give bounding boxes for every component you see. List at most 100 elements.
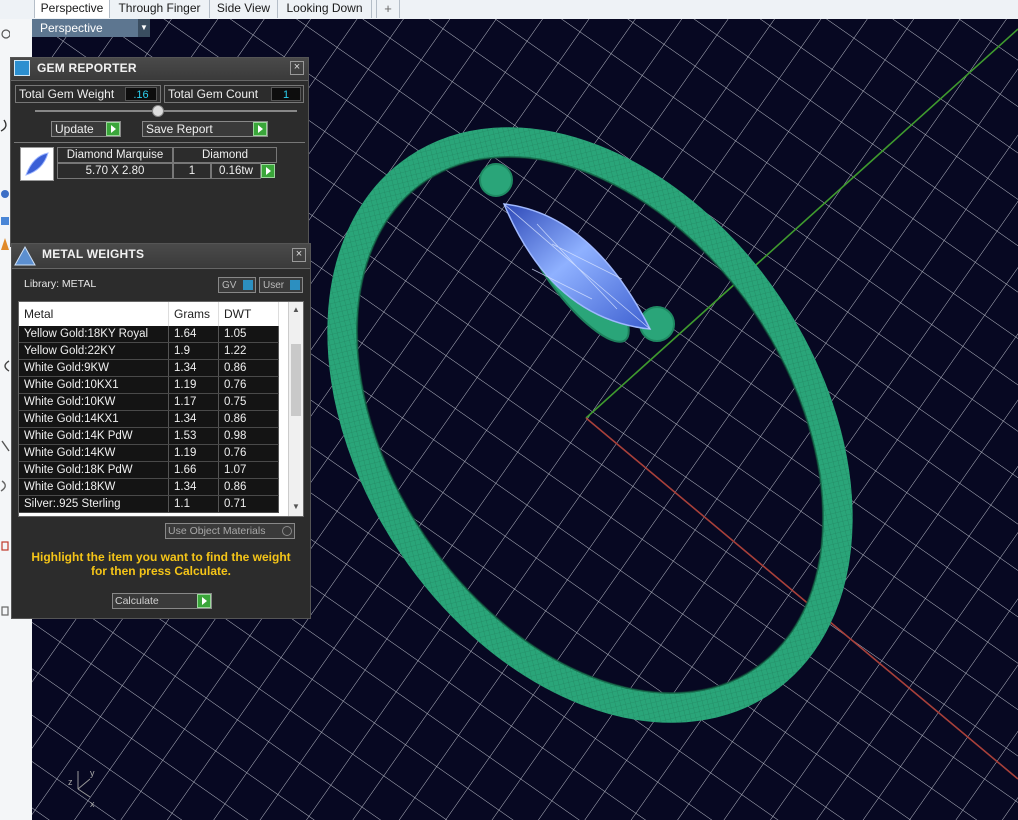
use-object-materials-toggle[interactable]: Use Object Materials — [165, 523, 295, 539]
user-toggle[interactable]: User — [259, 277, 303, 293]
table-row[interactable]: White Gold:18KW 1.34 0.86 — [19, 479, 279, 496]
table-row[interactable]: Yellow Gold:22KY 1.9 1.22 — [19, 343, 279, 360]
update-button-label: Update — [55, 122, 94, 136]
calculate-button-label: Calculate — [115, 595, 159, 607]
table-scrollbar[interactable]: ▲ ▼ — [288, 302, 303, 516]
column-header-dwt[interactable]: DWT — [219, 302, 279, 326]
save-report-button[interactable]: Save Report — [142, 121, 268, 137]
grams-cell: 1.34 — [169, 411, 219, 427]
gem-size-cell[interactable]: 5.70 X 2.80 — [57, 163, 173, 179]
info-icon — [290, 280, 300, 290]
dwt-cell: 1.05 — [219, 326, 279, 342]
dwt-cell: 1.07 — [219, 462, 279, 478]
grams-cell: 1.9 — [169, 343, 219, 359]
dwt-cell: 0.76 — [219, 377, 279, 393]
gem-detail-button[interactable] — [261, 164, 275, 178]
table-row[interactable]: White Gold:10KX1 1.19 0.76 — [19, 377, 279, 394]
arc-tool-icon[interactable] — [0, 359, 10, 373]
play-icon — [106, 122, 120, 136]
gv-toggle[interactable]: GV — [218, 277, 256, 293]
gem-name-cell[interactable]: Diamond Marquise — [57, 147, 173, 163]
play-icon — [197, 594, 211, 608]
tab-looking-down[interactable]: Looking Down — [278, 0, 372, 18]
grams-cell: 1.34 — [169, 479, 219, 495]
user-toggle-label: User — [263, 280, 285, 291]
tab-perspective[interactable]: Perspective — [34, 0, 110, 18]
grams-cell: 1.19 — [169, 377, 219, 393]
splitter-slider-handle[interactable] — [152, 105, 164, 117]
update-button[interactable]: Update — [51, 121, 121, 137]
viewport-title-label: Perspective — [40, 21, 103, 35]
dwt-cell: 0.76 — [219, 445, 279, 461]
gem-quantity-cell[interactable]: 1 — [173, 163, 211, 179]
gem-reporter-title: GEM REPORTER — [37, 61, 137, 75]
grams-cell: 1.34 — [169, 360, 219, 376]
trim-tool-icon[interactable] — [0, 539, 10, 553]
grams-cell: 1.1 — [169, 496, 219, 512]
gem-reporter-titlebar[interactable]: GEM REPORTER × — [11, 58, 308, 81]
table-row[interactable]: White Gold:10KW 1.17 0.75 — [19, 394, 279, 411]
total-gem-weight-value: .16 — [125, 87, 157, 101]
scroll-up-icon[interactable]: ▲ — [292, 305, 300, 314]
metal-weights-table[interactable]: Metal Grams DWT Yellow Gold:18KY Royal 1.… — [18, 301, 304, 517]
add-tab-button[interactable]: + — [376, 0, 400, 18]
array-tool-icon[interactable] — [0, 604, 10, 618]
chevron-down-icon[interactable]: ▼ — [138, 19, 150, 37]
transform-tool-icon[interactable] — [0, 439, 10, 453]
diamond-thumbnail[interactable] — [20, 147, 54, 181]
metal-cell: White Gold:14K PdW — [19, 428, 169, 444]
sphere-tool-icon[interactable] — [0, 187, 10, 201]
gem-weight-cell[interactable]: 0.16tw — [211, 163, 261, 179]
dwt-cell: 0.86 — [219, 411, 279, 427]
select-tool-icon[interactable] — [0, 27, 11, 41]
metal-cell: White Gold:18K PdW — [19, 462, 169, 478]
tab-through-finger[interactable]: Through Finger — [110, 0, 210, 18]
gem-material-cell[interactable]: Diamond — [173, 147, 277, 163]
viewport-title[interactable]: Perspective ▼ — [32, 19, 150, 37]
gem-reporter-icon — [14, 60, 30, 76]
library-label: Library: METAL — [24, 278, 97, 290]
scrollbar-thumb[interactable] — [291, 344, 301, 416]
dwt-cell: 1.22 — [219, 343, 279, 359]
info-icon — [243, 280, 253, 290]
instruction-text: Highlight the item you want to find the … — [31, 550, 291, 578]
table-row[interactable]: Silver:.925 Sterling 1.1 0.71 — [19, 496, 279, 513]
splitter-slider[interactable] — [35, 110, 297, 112]
table-row[interactable]: White Gold:18K PdW 1.66 1.07 — [19, 462, 279, 479]
close-icon[interactable]: × — [292, 248, 306, 262]
curve-tool-icon[interactable] — [0, 119, 10, 133]
extrude-tool-icon[interactable] — [0, 479, 10, 493]
metal-cell: White Gold:18KW — [19, 479, 169, 495]
viewport-tab-bar: Perspective Through Finger Side View Loo… — [0, 0, 1018, 20]
close-icon[interactable]: × — [290, 61, 304, 75]
metal-weights-titlebar[interactable]: METAL WEIGHTS × — [12, 244, 310, 269]
dwt-cell: 0.98 — [219, 428, 279, 444]
column-header-grams[interactable]: Grams — [169, 302, 219, 326]
ring-weight-icon — [14, 245, 36, 270]
table-row[interactable]: White Gold:14KW 1.19 0.76 — [19, 445, 279, 462]
gv-toggle-label: GV — [222, 280, 237, 291]
table-row[interactable]: White Gold:14KX1 1.34 0.86 — [19, 411, 279, 428]
gem-reporter-panel: GEM REPORTER × Total Gem Weight .16 Tota… — [10, 57, 309, 247]
scroll-down-icon[interactable]: ▼ — [292, 502, 300, 511]
dwt-cell: 0.86 — [219, 360, 279, 376]
solid-tool-icon[interactable] — [0, 214, 10, 228]
grams-cell: 1.19 — [169, 445, 219, 461]
toggle-icon — [282, 526, 292, 536]
table-row[interactable]: White Gold:14K PdW 1.53 0.98 — [19, 428, 279, 445]
metal-cell: White Gold:14KX1 — [19, 411, 169, 427]
table-row[interactable]: Yellow Gold:18KY Royal 1.64 1.05 — [19, 326, 279, 343]
metal-cell: Yellow Gold:18KY Royal — [19, 326, 169, 342]
metal-cell: Silver:.925 Sterling — [19, 496, 169, 512]
column-header-metal[interactable]: Metal — [19, 302, 169, 326]
grams-cell: 1.17 — [169, 394, 219, 410]
calculate-button[interactable]: Calculate — [112, 593, 212, 609]
total-gem-weight-label: Total Gem Weight — [19, 87, 115, 101]
total-gem-count-label: Total Gem Count — [168, 87, 259, 101]
tab-side-view[interactable]: Side View — [210, 0, 278, 18]
table-row[interactable]: White Gold:9KW 1.34 0.86 — [19, 360, 279, 377]
metal-cell: White Gold:9KW — [19, 360, 169, 376]
metal-cell: White Gold:14KW — [19, 445, 169, 461]
metal-cell: White Gold:10KW — [19, 394, 169, 410]
cone-tool-icon[interactable] — [0, 237, 10, 251]
